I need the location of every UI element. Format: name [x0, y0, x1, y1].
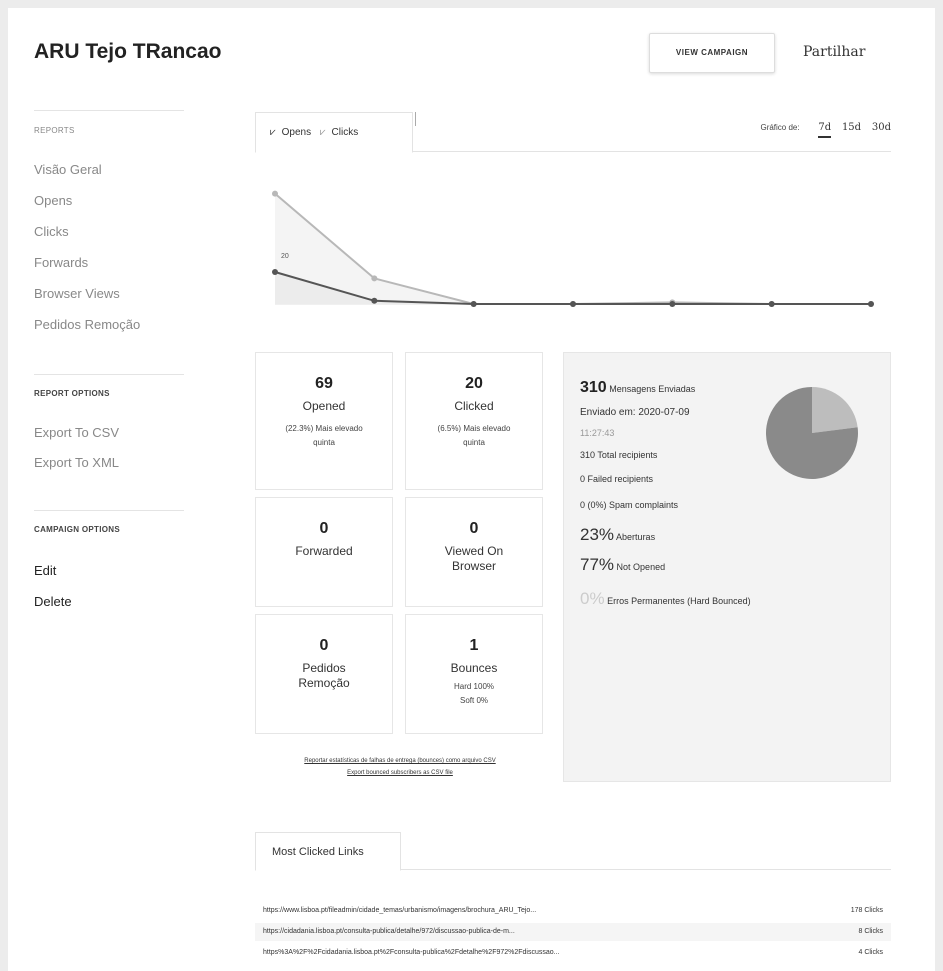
- reports-heading: REPORTS: [34, 126, 75, 135]
- forwarded-label: Forwarded: [295, 544, 353, 558]
- table-row: https://cidadania.lisboa.pt/consulta-pub…: [255, 923, 891, 941]
- forwarded-stat-box: 0 Forwarded: [255, 497, 393, 607]
- data-point[interactable]: [470, 301, 477, 307]
- sidebar-item-clicks[interactable]: Clicks: [34, 224, 69, 239]
- link-clicks: 4 Clicks: [858, 949, 883, 956]
- view-campaign-button[interactable]: VIEW CAMPAIGN: [649, 33, 775, 73]
- bounces-count: 1: [469, 637, 479, 654]
- clicks-tab-icon: ⩗: [319, 127, 326, 138]
- not-opened-summary: 77% Not Opened: [580, 555, 665, 575]
- bounced-pct: 0%: [580, 589, 605, 608]
- clicked-stat-box: 20 Clicked (6.5%) Mais elevado quinta: [405, 352, 543, 490]
- data-point[interactable]: [272, 269, 278, 275]
- delete-link[interactable]: Delete: [34, 594, 72, 609]
- bounced-summary: 0% Erros Permanentes (Hard Bounced): [580, 589, 751, 609]
- data-point[interactable]: [272, 190, 278, 197]
- link-clicks: 8 Clicks: [858, 928, 883, 935]
- opened-stat-box: 69 Opened (22.3%) Mais elevado quinta: [255, 352, 393, 490]
- viewed-browser-label: Viewed On Browser: [444, 544, 504, 573]
- sidebar-item-pedidos-remocao[interactable]: Pedidos Remoção: [34, 317, 140, 332]
- link-url[interactable]: https://www.lisboa.pt/fileadmin/cidade_t…: [263, 907, 536, 914]
- sent-date: Enviado em: 2020-07-09: [580, 407, 690, 418]
- summary-panel: 310 Mensagens Enviadas Enviado em: 2020-…: [563, 352, 891, 782]
- opened-label: Opened: [302, 399, 346, 413]
- failed-recipients: 0 Failed recipients: [580, 474, 654, 484]
- report-options-heading: REPORT OPTIONS: [34, 389, 110, 398]
- sidebar-item-visao-geral[interactable]: Visão Geral: [34, 162, 102, 177]
- sent-time: 11:27:43: [580, 428, 615, 438]
- report-page: ARU Tejo TRancao VIEW CAMPAIGN Partilhar…: [8, 8, 935, 971]
- opens-pie-chart: [766, 387, 858, 479]
- pedidos-remocao-label: Pedidos Remoção: [298, 661, 350, 690]
- viewed-browser-count: 0: [469, 520, 479, 537]
- clicked-label: Clicked: [454, 399, 494, 413]
- page-title: ARU Tejo TRancao: [34, 40, 222, 63]
- clicked-count: 20: [465, 375, 483, 392]
- range-7d[interactable]: 7d: [818, 122, 832, 138]
- data-point[interactable]: [669, 301, 676, 307]
- bounce-export-links: Reportar estatísticas de falhas de entre…: [250, 755, 550, 779]
- data-point[interactable]: [371, 275, 378, 282]
- most-clicked-tabbar: Most Clicked Links: [255, 832, 891, 871]
- sent-count: 310: [580, 379, 607, 396]
- range-label: Gráfico de:: [760, 123, 800, 132]
- bounces-stat-box: 1 Bounces Hard 100% Soft 0%: [405, 614, 543, 734]
- viewed-browser-stat-box: 0 Viewed On Browser: [405, 497, 543, 607]
- chart-tabbar: ⩗ Opens ⩗ Clicks Gráfico de: 7d 15d 30d: [255, 112, 891, 153]
- range-30d[interactable]: 30d: [872, 122, 891, 133]
- opens-summary: 23% Aberturas: [580, 525, 655, 545]
- data-point[interactable]: [570, 301, 576, 307]
- data-point[interactable]: [768, 301, 775, 307]
- bounce-stats-csv-link[interactable]: Reportar estatísticas de falhas de entre…: [304, 758, 495, 764]
- clicked-sub: (6.5%) Mais elevado quinta: [437, 424, 511, 447]
- opens-pct: 23%: [580, 525, 615, 544]
- bounced-subscribers-csv-link[interactable]: Export bounced subscribers as CSV file: [347, 770, 453, 776]
- spam-complaints: 0 (0%) Spam complaints: [580, 500, 679, 510]
- pedidos-remocao-count: 0: [319, 637, 329, 654]
- data-point[interactable]: [371, 297, 378, 304]
- forwarded-count: 0: [319, 520, 329, 537]
- range-selector: Gráfico de: 7d 15d 30d: [760, 122, 891, 138]
- pedidos-remocao-stat-box: 0 Pedidos Remoção: [255, 614, 393, 734]
- bounces-sub: Hard 100% Soft 0%: [453, 682, 495, 705]
- tab-separator: [415, 112, 416, 126]
- sidebar-divider: [34, 510, 184, 511]
- link-clicks: 178 Clicks: [850, 907, 883, 914]
- edit-link[interactable]: Edit: [34, 563, 56, 578]
- point-label: 20: [281, 253, 289, 260]
- tab-clicks[interactable]: Clicks: [332, 127, 359, 138]
- opened-count: 69: [315, 375, 333, 392]
- not-opened-pct: 77%: [580, 555, 615, 574]
- share-link[interactable]: Partilhar: [803, 44, 865, 60]
- tab-opens-clicks[interactable]: ⩗ Opens ⩗ Clicks: [255, 112, 413, 153]
- sidebar-divider: [34, 374, 184, 375]
- sent-label: Mensagens Enviadas: [609, 384, 696, 394]
- opens-tab-icon: ⩗: [270, 127, 276, 138]
- sent-summary: 310 Mensagens Enviadas: [580, 379, 695, 397]
- total-recipients: 310 Total recipients: [580, 450, 658, 460]
- export-csv-link[interactable]: Export To CSV: [34, 425, 119, 440]
- export-xml-link[interactable]: Export To XML: [34, 455, 119, 470]
- not-opened-label: Not Opened: [616, 562, 666, 572]
- opened-sub: (22.3%) Mais elevado quinta: [285, 424, 363, 447]
- data-point[interactable]: [868, 301, 874, 307]
- bounces-label: Bounces: [450, 661, 498, 675]
- link-url[interactable]: https%3A%2F%2Fcidadania.lisboa.pt%2Fcons…: [263, 949, 560, 956]
- sidebar-item-browser-views[interactable]: Browser Views: [34, 286, 120, 301]
- tab-opens[interactable]: Opens: [282, 127, 311, 138]
- sidebar-item-opens[interactable]: Opens: [34, 193, 72, 208]
- opens-label: Aberturas: [616, 532, 656, 542]
- range-15d[interactable]: 15d: [842, 122, 861, 133]
- pie-slice-opened: [812, 387, 858, 433]
- table-row: https://www.lisboa.pt/fileadmin/cidade_t…: [255, 902, 891, 920]
- sidebar-item-forwards[interactable]: Forwards: [34, 255, 88, 270]
- link-url[interactable]: https://cidadania.lisboa.pt/consulta-pub…: [263, 928, 515, 935]
- opens-clicks-chart: 20: [272, 190, 874, 307]
- bounced-label: Erros Permanentes (Hard Bounced): [607, 596, 751, 606]
- tab-most-clicked-links[interactable]: Most Clicked Links: [255, 832, 401, 871]
- campaign-options-heading: CAMPAIGN OPTIONS: [34, 525, 120, 534]
- sidebar-divider: [34, 110, 184, 111]
- series-area: [275, 193, 871, 304]
- table-row: https%3A%2F%2Fcidadania.lisboa.pt%2Fcons…: [255, 944, 891, 962]
